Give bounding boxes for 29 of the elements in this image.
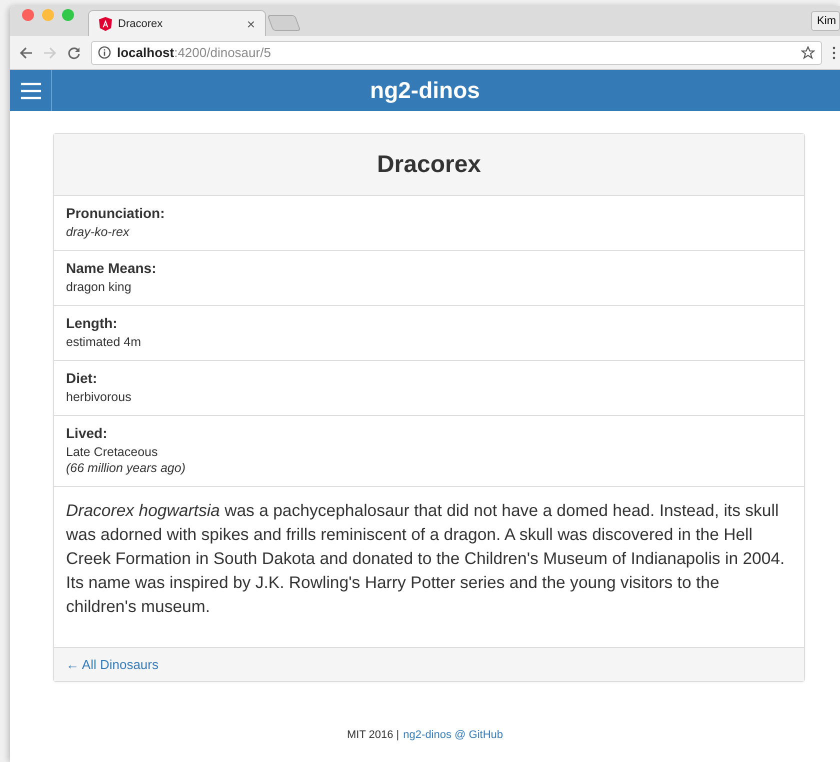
more-menu-icon[interactable]	[832, 46, 836, 60]
fact-label: Lived:	[66, 425, 108, 441]
fact-value: dray-ko-rex	[66, 224, 130, 240]
bookmark-star-icon[interactable]	[801, 46, 815, 60]
fact-value: herbivorous	[66, 389, 132, 405]
menu-icon	[20, 82, 40, 100]
fact-value: (66 million years ago)	[66, 460, 186, 476]
shield-icon	[99, 16, 112, 30]
back-link[interactable]: ← All Dinosaurs	[66, 657, 158, 672]
tab-close-button[interactable]: ×	[246, 16, 255, 32]
fact-value: estimated 4m	[66, 334, 142, 350]
fact-label: Length:	[66, 315, 118, 331]
fact-label: Name Means:	[66, 260, 158, 276]
browser-tab[interactable]: Dracorex ×	[88, 10, 266, 36]
fact-value: dragon king	[66, 279, 132, 295]
fact-label: Diet:	[66, 370, 98, 386]
address-field[interactable]: localhost:4200/dinosaur/5	[91, 40, 822, 64]
card-title: Dracorex	[376, 150, 482, 178]
profile-button[interactable]: Kim	[811, 11, 840, 31]
footer-text: MIT 2016 |	[346, 729, 400, 741]
app-title: ng2-dinos	[370, 77, 480, 104]
reload-icon[interactable]	[67, 46, 81, 60]
fact-value: Late Cretaceous	[66, 444, 159, 460]
fact-label: Pronunciation:	[66, 205, 166, 221]
back-arrow-icon[interactable]	[19, 46, 33, 60]
description: Dracorex hogwartsia was a pachycephalosaur that did not have a domed head. Instead, its skull was adorned with spikes and frills reminiscent of a dragon. A skull was discovered in the Hell Creek Formation in South Dakota and donated to the Children's Museum of Indianapolis in 2004. Its name was inspired by J.K. Rowling's Harry Potter series and the young visitors to the children's museum.	[66, 500, 786, 618]
tab-title: Dracorex	[118, 18, 164, 30]
github-link[interactable]: ng2-dinos @ GitHub	[403, 729, 503, 741]
info-icon	[98, 46, 111, 59]
